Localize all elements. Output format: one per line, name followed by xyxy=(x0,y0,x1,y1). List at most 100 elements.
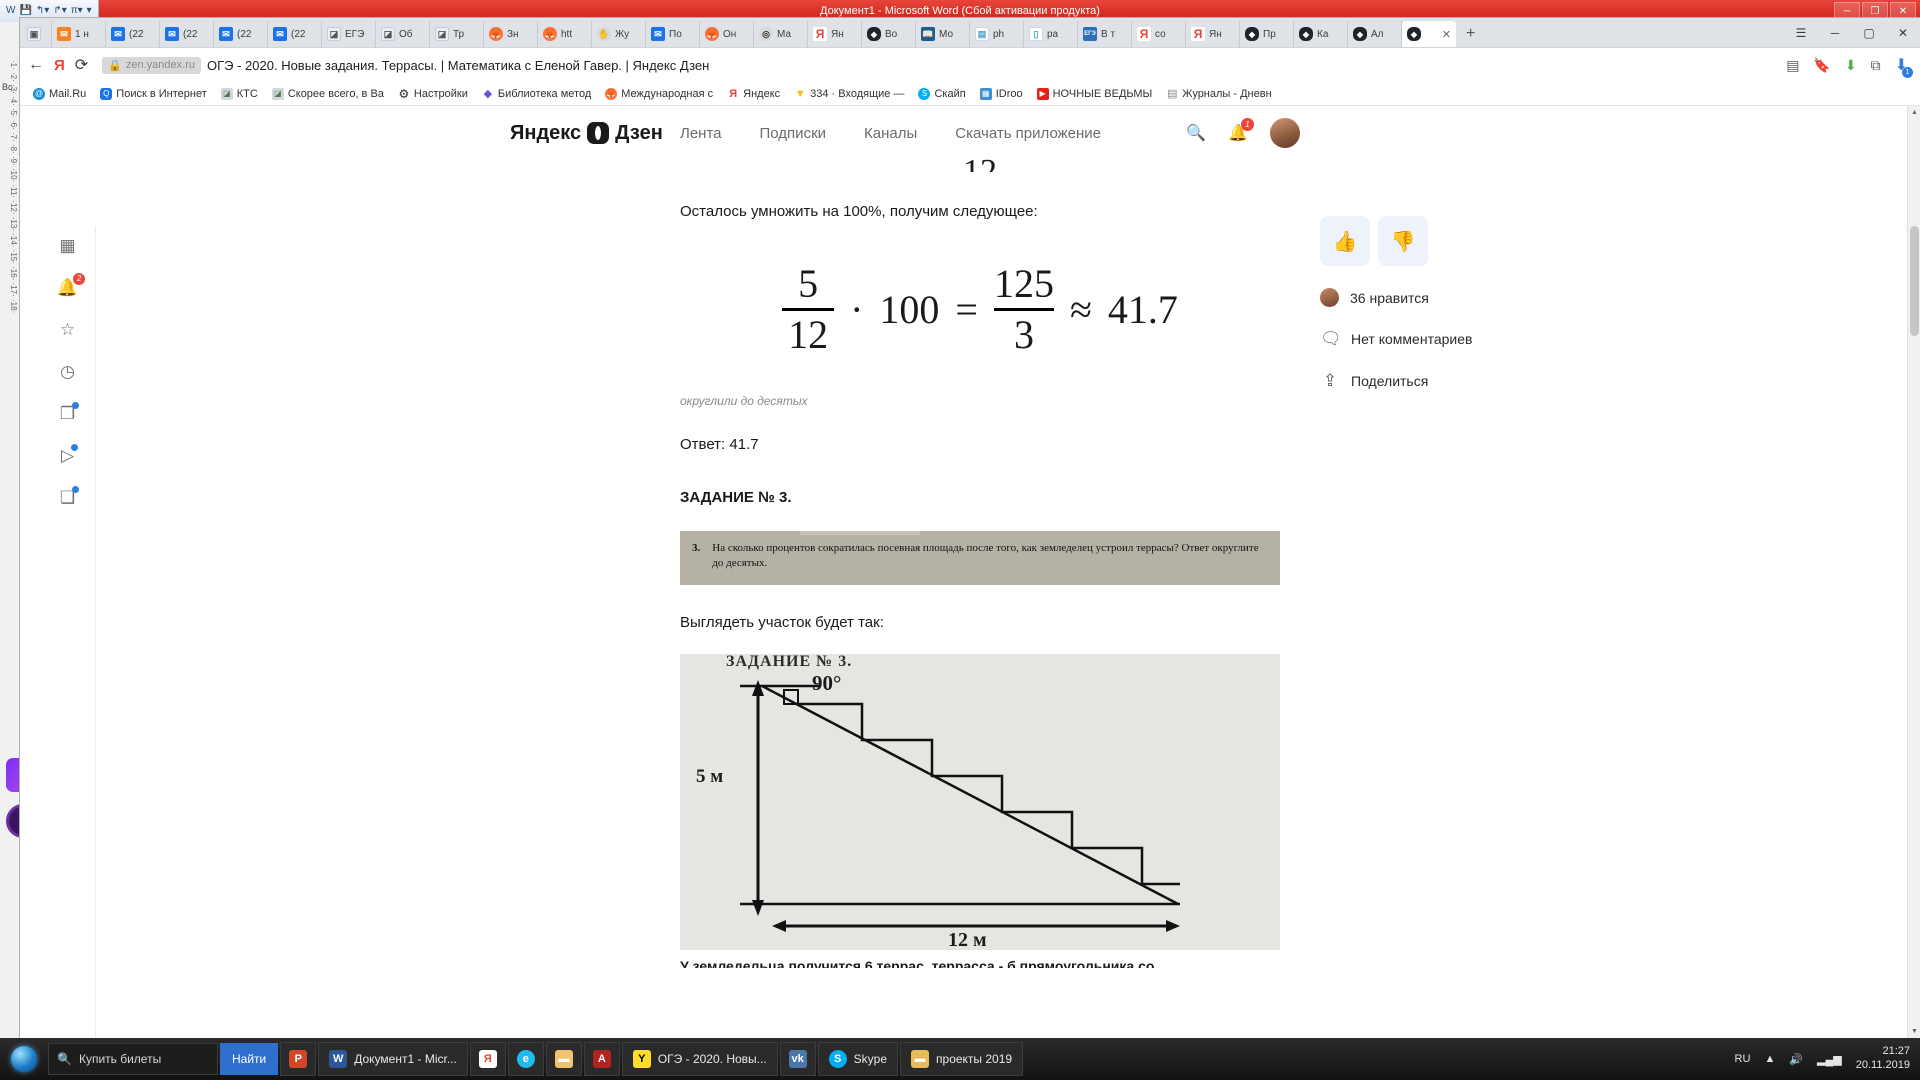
likes-row[interactable]: 36 нравится xyxy=(1320,288,1620,307)
tab-22[interactable]: Я Ян xyxy=(1186,21,1240,47)
menu-icon[interactable]: ☰ xyxy=(1784,18,1818,48)
close-icon[interactable]: ✕ xyxy=(1442,28,1451,41)
bookmark-yandex-search[interactable]: Q Поиск в Интернет xyxy=(93,87,213,100)
word-close-button[interactable]: ✕ xyxy=(1890,2,1916,19)
word-restore-button[interactable]: ❐ xyxy=(1862,2,1888,19)
bell-icon[interactable]: 🔔 1 xyxy=(1228,118,1254,143)
taskbar-search-input[interactable]: 🔍 Купить билеты xyxy=(48,1043,218,1075)
chevron-up-icon[interactable]: ▲ xyxy=(1764,1053,1775,1065)
search-icon[interactable]: 🔍 xyxy=(1186,123,1206,143)
bookmark-yandex[interactable]: Я Яндекс xyxy=(720,88,787,100)
extension-icon[interactable]: ⬇ xyxy=(1845,57,1857,74)
zen-nav-download-app[interactable]: Скачать приложение xyxy=(955,125,1101,142)
browser-window-controls[interactable]: ☰ ─ ▢ ✕ xyxy=(1784,18,1920,48)
download-icon[interactable]: ⬇ 1 xyxy=(1895,55,1913,78)
tab-14[interactable]: ◎ Ма xyxy=(754,21,808,47)
bookmark-journals[interactable]: ▤ Журналы - Дневн xyxy=(1159,88,1278,101)
comments-row[interactable]: 🗨 Нет комментариев xyxy=(1320,329,1620,349)
back-icon[interactable]: ← xyxy=(28,56,44,74)
page-scrollbar[interactable]: ▲ ▼ xyxy=(1907,106,1920,1038)
video-icon[interactable]: ▷ xyxy=(61,444,79,466)
thumb-down-icon[interactable]: 👎 xyxy=(1378,216,1428,266)
taskbar-word[interactable]: W Документ1 - Micr... xyxy=(318,1042,468,1076)
maximize-button[interactable]: ▢ xyxy=(1852,18,1886,48)
tab-13[interactable]: 🦊 Он xyxy=(700,21,754,47)
minimize-button[interactable]: ─ xyxy=(1818,18,1852,48)
close-button[interactable]: ✕ xyxy=(1886,18,1920,48)
tab-20[interactable]: ЕГЭ В т xyxy=(1078,21,1132,47)
word-window-controls[interactable]: ─ ❐ ✕ xyxy=(1834,2,1916,19)
zen-logo[interactable]: Яндекс Дзен xyxy=(510,122,663,145)
taskbar-skype[interactable]: S Skype xyxy=(817,1042,899,1076)
tab-21[interactable]: Ясо xyxy=(1132,21,1186,47)
tab-16[interactable]: ◆ Во xyxy=(862,21,916,47)
tab-24[interactable]: ◆ Ка xyxy=(1294,21,1348,47)
zen-nav-podpiski[interactable]: Подписки xyxy=(760,125,827,142)
collections-icon[interactable]: ⧉ xyxy=(1871,57,1881,74)
reader-mode-icon[interactable]: ▤ xyxy=(1786,57,1799,74)
bookmark-idroo[interactable]: ▦ IDroo xyxy=(973,87,1030,100)
tab-2[interactable]: ✉ (22 xyxy=(106,21,160,47)
tab-9[interactable]: 🦊 Зн xyxy=(484,21,538,47)
tab-3[interactable]: ✉ (22 xyxy=(160,21,214,47)
language-indicator[interactable]: RU xyxy=(1735,1053,1751,1065)
tab-15[interactable]: Я Ян xyxy=(808,21,862,47)
favorites-icon[interactable]: ☆ xyxy=(60,320,75,340)
taskbar-folder[interactable]: ▬ xyxy=(545,1042,582,1076)
tab-25[interactable]: ◆ Ал xyxy=(1348,21,1402,47)
bookmark-mailru[interactable]: @ Mail.Ru xyxy=(26,87,93,100)
taskbar-zen-article[interactable]: Y ОГЭ - 2020. Новы... xyxy=(621,1042,778,1076)
tab-18[interactable]: ▤ ph xyxy=(970,21,1024,47)
notes-icon[interactable]: ❏ xyxy=(60,486,80,508)
tab-26-active[interactable]: ◆ ✕ xyxy=(1402,21,1456,47)
start-button[interactable] xyxy=(2,1039,46,1079)
bookmark-kts[interactable]: ◪ КТС xyxy=(214,87,265,100)
yandex-icon[interactable]: Я xyxy=(54,57,65,74)
apps-icon[interactable]: ▦ xyxy=(59,236,75,256)
taskbar-vk[interactable]: vk xyxy=(779,1042,816,1076)
bookmark-youtube[interactable]: ▶ НОЧНЫЕ ВЕДЬМЫ xyxy=(1030,87,1160,100)
scroll-down-arrow[interactable]: ▼ xyxy=(1908,1025,1920,1038)
reload-icon[interactable]: ⟳ xyxy=(75,55,88,75)
word-minimize-button[interactable]: ─ xyxy=(1834,2,1860,19)
tab-19[interactable]: ▯ ра xyxy=(1024,21,1078,47)
taskbar-powerpoint[interactable]: P xyxy=(280,1042,317,1076)
history-icon[interactable]: ◷ xyxy=(60,362,75,382)
tab-0[interactable]: ▣ xyxy=(22,21,52,47)
bookmark-skoree[interactable]: ◪ Скорее всего, в Ва xyxy=(265,87,391,100)
scrollbar-thumb[interactable] xyxy=(1910,226,1919,336)
network-icon[interactable]: ▂▄▆ xyxy=(1817,1053,1842,1066)
tab-1[interactable]: ✉ 1 н xyxy=(52,21,106,47)
bookmark-inbox[interactable]: ▼ 334 · Входящие — xyxy=(787,88,911,100)
bookmark-settings[interactable]: ⚙ Настройки xyxy=(391,87,475,101)
thumb-up-icon[interactable]: 👍 xyxy=(1320,216,1370,266)
collections-icon[interactable]: ❐ xyxy=(60,402,80,424)
tab-23[interactable]: ◆ Пр xyxy=(1240,21,1294,47)
zen-nav-lenta[interactable]: Лента xyxy=(680,125,722,142)
bookmark-icon[interactable]: 🔖 xyxy=(1813,57,1830,74)
tab-6[interactable]: ◪ ЕГЭ xyxy=(322,21,376,47)
zen-nav-kanaly[interactable]: Каналы xyxy=(864,125,917,142)
taskbar-clock[interactable]: 21:27 20.11.2019 xyxy=(1856,1045,1910,1073)
taskbar-yandex-browser[interactable]: Я xyxy=(469,1042,506,1076)
bookmark-library[interactable]: ◆ Библиотека метод xyxy=(475,88,598,101)
tab-5[interactable]: ✉ (22 xyxy=(268,21,322,47)
taskbar-projects-folder[interactable]: ▬ проекты 2019 xyxy=(900,1042,1024,1076)
tab-10[interactable]: 🦊 htt xyxy=(538,21,592,47)
avatar[interactable] xyxy=(1270,118,1300,148)
tab-11[interactable]: ✋ Жу xyxy=(592,21,646,47)
bookmark-skype[interactable]: S Скайп xyxy=(911,87,972,100)
tab-7[interactable]: ◪ Об xyxy=(376,21,430,47)
new-tab-button[interactable]: + xyxy=(1456,21,1485,47)
tab-17[interactable]: 📖 Мо xyxy=(916,21,970,47)
notifications-icon[interactable]: 🔔 2 xyxy=(57,273,86,298)
share-row[interactable]: ⇪ Поделиться xyxy=(1320,371,1620,391)
bookmark-international[interactable]: 🦊 Международная с xyxy=(598,87,720,100)
tab-12[interactable]: ✉ По xyxy=(646,21,700,47)
taskbar-pdf[interactable]: A xyxy=(583,1042,620,1076)
tab-8[interactable]: ◪ Тр xyxy=(430,21,484,47)
taskbar-internet-explorer[interactable]: e xyxy=(507,1042,544,1076)
address-bar[interactable]: 🔒 zen.yandex.ru ОГЭ - 2020. Новые задани… xyxy=(98,53,1777,77)
scroll-up-arrow[interactable]: ▲ xyxy=(1908,106,1920,119)
find-button[interactable]: Найти xyxy=(220,1043,279,1075)
